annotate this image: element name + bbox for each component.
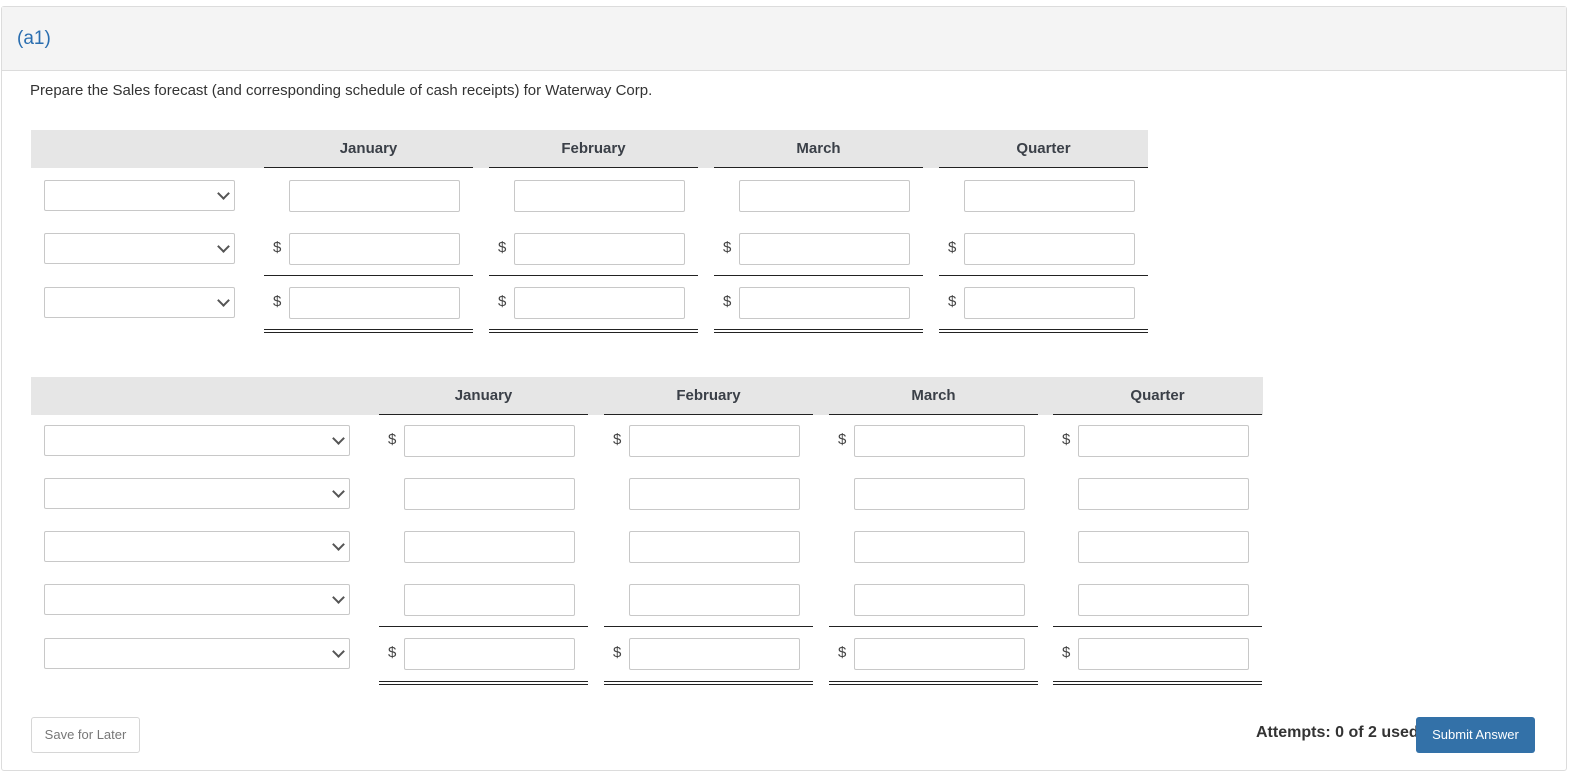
total-double-underline bbox=[264, 329, 473, 333]
amount-input-february[interactable] bbox=[514, 233, 685, 265]
currency-symbol: $ bbox=[723, 239, 732, 256]
currency-symbol: $ bbox=[1062, 644, 1071, 661]
amount-input-february[interactable] bbox=[514, 180, 685, 212]
currency-symbol: $ bbox=[838, 644, 847, 661]
currency-symbol: $ bbox=[613, 644, 622, 661]
amount-input-january[interactable] bbox=[289, 233, 460, 265]
chevron-down-icon bbox=[217, 187, 230, 200]
amount-input-quarter[interactable] bbox=[1078, 584, 1249, 616]
subtotal-underline bbox=[714, 275, 923, 276]
save-for-later-button[interactable]: Save for Later bbox=[31, 717, 140, 753]
card-header: (a1) bbox=[2, 7, 1566, 71]
row-label-select[interactable] bbox=[44, 287, 235, 318]
amount-input-january[interactable] bbox=[404, 638, 575, 670]
column-header-january: January bbox=[264, 130, 473, 168]
currency-symbol: $ bbox=[948, 239, 957, 256]
total-double-underline bbox=[604, 681, 813, 685]
amount-input-march[interactable] bbox=[854, 531, 1025, 563]
total-double-underline bbox=[1053, 681, 1262, 685]
amount-input-january[interactable] bbox=[289, 180, 460, 212]
amount-input-march[interactable] bbox=[854, 638, 1025, 670]
column-header-january: January bbox=[379, 377, 588, 415]
currency-symbol: $ bbox=[498, 293, 507, 310]
total-double-underline bbox=[939, 329, 1148, 333]
currency-symbol: $ bbox=[388, 644, 397, 661]
subtotal-underline bbox=[489, 275, 698, 276]
column-header-february: February bbox=[604, 377, 813, 415]
amount-input-march[interactable] bbox=[739, 287, 910, 319]
amount-input-february[interactable] bbox=[514, 287, 685, 319]
amount-input-march[interactable] bbox=[854, 425, 1025, 457]
amount-input-january[interactable] bbox=[404, 478, 575, 510]
row-label-select[interactable] bbox=[44, 180, 235, 211]
chevron-down-icon bbox=[332, 591, 345, 604]
amount-input-quarter[interactable] bbox=[1078, 425, 1249, 457]
row-label-select[interactable] bbox=[44, 584, 350, 615]
amount-input-february[interactable] bbox=[629, 584, 800, 616]
total-double-underline bbox=[379, 681, 588, 685]
currency-symbol: $ bbox=[613, 431, 622, 448]
attempts-counter: Attempts: 0 of 2 used bbox=[1256, 724, 1419, 741]
amount-input-february[interactable] bbox=[629, 425, 800, 457]
subtotal-underline bbox=[604, 626, 813, 627]
chevron-down-icon bbox=[332, 432, 345, 445]
subtotal-underline bbox=[264, 275, 473, 276]
chevron-down-icon bbox=[217, 294, 230, 307]
amount-input-quarter[interactable] bbox=[1078, 531, 1249, 563]
subtotal-underline bbox=[379, 626, 588, 627]
question-prompt: Prepare the Sales forecast (and correspo… bbox=[30, 82, 653, 99]
submit-answer-button[interactable]: Submit Answer bbox=[1416, 717, 1535, 753]
amount-input-quarter[interactable] bbox=[1078, 638, 1249, 670]
amount-input-february[interactable] bbox=[629, 638, 800, 670]
total-double-underline bbox=[714, 329, 923, 333]
subtotal-underline bbox=[829, 626, 1038, 627]
column-header-march: March bbox=[714, 130, 923, 168]
total-double-underline bbox=[829, 681, 1038, 685]
subtotal-underline bbox=[939, 275, 1148, 276]
amount-input-quarter[interactable] bbox=[1078, 478, 1249, 510]
row-label-select[interactable] bbox=[44, 478, 350, 509]
amount-input-january[interactable] bbox=[404, 531, 575, 563]
chevron-down-icon bbox=[332, 485, 345, 498]
total-double-underline bbox=[489, 329, 698, 333]
currency-symbol: $ bbox=[948, 293, 957, 310]
currency-symbol: $ bbox=[1062, 431, 1071, 448]
amount-input-quarter[interactable] bbox=[964, 287, 1135, 319]
column-header-quarter: Quarter bbox=[939, 130, 1148, 168]
chevron-down-icon bbox=[332, 538, 345, 551]
row-label-select[interactable] bbox=[44, 638, 350, 669]
amount-input-january[interactable] bbox=[404, 425, 575, 457]
subtotal-underline bbox=[1053, 626, 1262, 627]
chevron-down-icon bbox=[332, 645, 345, 658]
currency-symbol: $ bbox=[838, 431, 847, 448]
currency-symbol: $ bbox=[498, 239, 507, 256]
amount-input-quarter[interactable] bbox=[964, 180, 1135, 212]
amount-input-march[interactable] bbox=[739, 180, 910, 212]
amount-input-february[interactable] bbox=[629, 531, 800, 563]
part-label: (a1) bbox=[17, 28, 51, 49]
amount-input-march[interactable] bbox=[854, 478, 1025, 510]
column-header-march: March bbox=[829, 377, 1038, 415]
amount-input-march[interactable] bbox=[739, 233, 910, 265]
currency-symbol: $ bbox=[273, 293, 282, 310]
amount-input-february[interactable] bbox=[629, 478, 800, 510]
row-label-select[interactable] bbox=[44, 233, 235, 264]
column-header-february: February bbox=[489, 130, 698, 168]
row-label-select[interactable] bbox=[44, 425, 350, 456]
amount-input-january[interactable] bbox=[404, 584, 575, 616]
chevron-down-icon bbox=[217, 240, 230, 253]
currency-symbol: $ bbox=[723, 293, 732, 310]
amount-input-quarter[interactable] bbox=[964, 233, 1135, 265]
amount-input-march[interactable] bbox=[854, 584, 1025, 616]
amount-input-january[interactable] bbox=[289, 287, 460, 319]
currency-symbol: $ bbox=[273, 239, 282, 256]
column-header-quarter: Quarter bbox=[1053, 377, 1262, 415]
row-label-select[interactable] bbox=[44, 531, 350, 562]
currency-symbol: $ bbox=[388, 431, 397, 448]
